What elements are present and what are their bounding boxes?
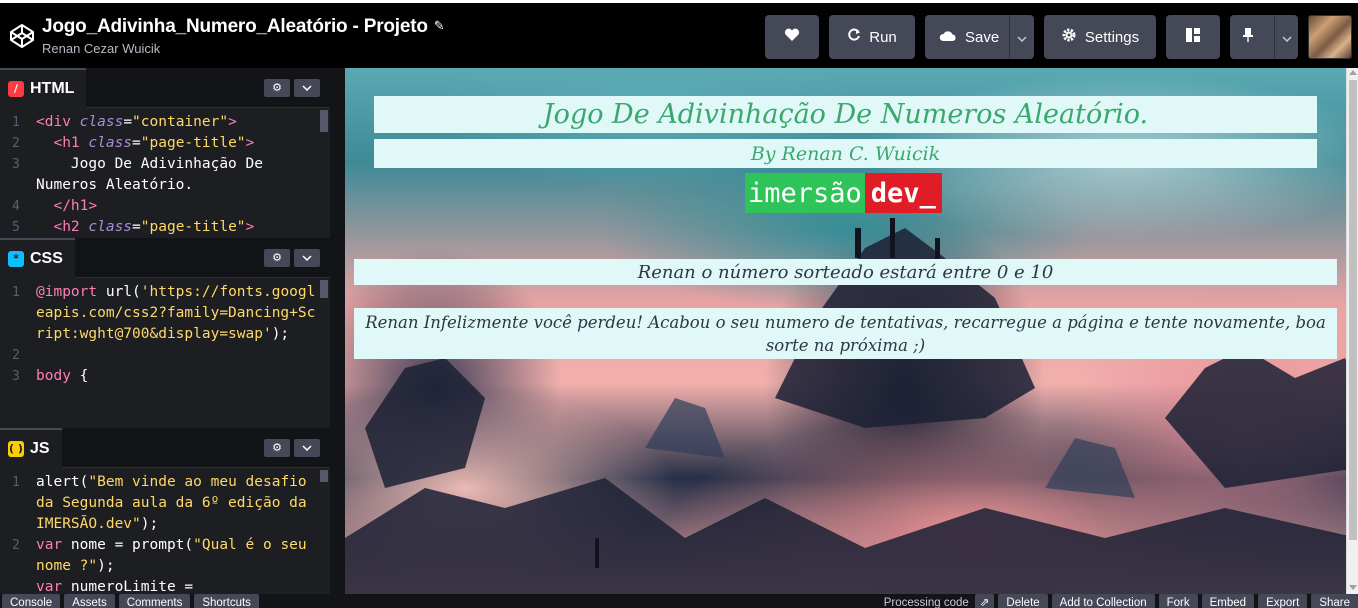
project-title[interactable]: Jogo_Adivinha_Numero_Aleatório - Projeto	[42, 16, 428, 38]
range-message: Renan o número sorteado estará entre 0 e…	[354, 259, 1337, 285]
pin-button[interactable]	[1230, 15, 1266, 59]
user-avatar[interactable]	[1308, 15, 1352, 59]
css-editor-header: * CSS ⚙	[0, 238, 330, 278]
code-line: 1 @import url('https://fonts.googleapis.…	[12, 284, 316, 342]
pin-options-button[interactable]	[1274, 15, 1298, 59]
code-line: 4 </h1>	[12, 198, 98, 214]
imersao-logo-text: imersão	[745, 173, 865, 213]
refresh-icon	[847, 28, 861, 46]
css-settings-icon[interactable]: ⚙	[264, 248, 290, 267]
heart-icon	[784, 28, 800, 46]
html-chevron-down-icon[interactable]	[294, 78, 320, 97]
pin-button-group	[1230, 15, 1298, 59]
code-line: 3 body {	[12, 368, 89, 384]
code-line: 1 alert("Bem vinde ao meu desafio da Seg…	[12, 474, 316, 532]
page-title: Jogo De Adivinhação De Numeros Aleatório…	[374, 96, 1317, 133]
cloud-icon	[939, 29, 957, 46]
js-editor: ( ) JS ⚙ 1 alert("Bem vinde ao meu desaf…	[0, 428, 330, 594]
run-label: Run	[869, 28, 897, 46]
export-button[interactable]: Export	[1258, 594, 1308, 608]
chevron-down-icon	[1282, 29, 1292, 46]
code-line: 5 <h2 class="page-title">	[12, 219, 255, 235]
author-name[interactable]: Renan Cezar Wuicik	[42, 41, 445, 56]
layout-icon	[1185, 27, 1201, 47]
html-code[interactable]: 1 <div class="container"> 2 <h1 class="p…	[0, 108, 330, 238]
layout-button[interactable]	[1166, 15, 1220, 59]
dev-logo-text: dev_	[864, 173, 942, 213]
html-settings-icon[interactable]: ⚙	[264, 78, 290, 97]
chevron-down-icon	[1017, 29, 1027, 46]
result-preview: Jogo De Adivinhação De Numeros Aleatório…	[345, 68, 1358, 594]
editor-column: / HTML ⚙ 1 <div class="container"> 2 <h1…	[0, 68, 345, 594]
css-asterisk-icon: *	[8, 250, 24, 267]
bottom-bar: Console Assets Comments Shortcuts Proces…	[0, 594, 1358, 608]
save-button[interactable]: Save	[925, 15, 1001, 59]
html-slash-icon: /	[8, 80, 24, 97]
css-tab[interactable]: * CSS	[0, 238, 75, 278]
html-tab-label: HTML	[30, 79, 75, 97]
share-button[interactable]: Share	[1311, 594, 1358, 608]
code-line: 2 <h1 class="page-title">	[12, 135, 255, 151]
shortcuts-button[interactable]: Shortcuts	[194, 594, 259, 608]
js-braces-icon: ( )	[8, 440, 24, 457]
save-button-group: Save	[925, 15, 1034, 59]
css-chevron-down-icon[interactable]	[294, 248, 320, 267]
page-subtitle: By Renan C. Wuicik	[374, 139, 1317, 168]
result-message: Renan Infelizmente você perdeu! Acabou o…	[354, 308, 1337, 359]
fork-button[interactable]: Fork	[1158, 594, 1198, 608]
embed-button[interactable]: Embed	[1201, 594, 1255, 608]
scroll-up-arrow-icon[interactable]	[1349, 70, 1357, 75]
js-scrollbar[interactable]	[320, 470, 328, 482]
css-tab-label: CSS	[30, 249, 63, 267]
html-editor-header: / HTML ⚙	[0, 68, 330, 108]
assets-button[interactable]: Assets	[64, 594, 115, 608]
preview-scrollbar[interactable]	[1346, 68, 1358, 594]
save-label: Save	[965, 28, 1000, 46]
open-external-icon[interactable]: ⇗	[974, 594, 995, 608]
delete-button[interactable]: Delete	[998, 594, 1048, 608]
save-options-button[interactable]	[1009, 15, 1034, 59]
js-settings-icon[interactable]: ⚙	[264, 438, 290, 457]
top-bar: Jogo_Adivinha_Numero_Aleatório - Projeto…	[0, 0, 1358, 68]
html-scrollbar[interactable]	[320, 110, 328, 132]
css-scrollbar[interactable]	[320, 280, 328, 298]
scroll-down-arrow-icon[interactable]	[1349, 585, 1357, 590]
js-code[interactable]: 1 alert("Bem vinde ao meu desafio da Seg…	[0, 468, 330, 594]
css-editor: * CSS ⚙ 1 @import url('https://fonts.goo…	[0, 238, 330, 428]
settings-label: Settings	[1084, 28, 1140, 46]
html-tab[interactable]: / HTML	[0, 68, 87, 108]
imersao-dev-logo: imersão dev_	[745, 173, 942, 213]
code-line: 2 var nome = prompt("Qual é o seu nome ?…	[12, 537, 316, 574]
code-line: 1 <div class="container">	[12, 114, 237, 130]
add-to-collection-button[interactable]: Add to Collection	[1051, 594, 1155, 608]
run-button[interactable]: Run	[829, 15, 915, 59]
css-code[interactable]: 1 @import url('https://fonts.googleapis.…	[0, 278, 330, 387]
code-line: 2	[12, 348, 20, 363]
heart-button[interactable]	[765, 15, 819, 59]
scroll-thumb[interactable]	[1349, 80, 1357, 540]
js-editor-header: ( ) JS ⚙	[0, 428, 330, 468]
project-title-block: Jogo_Adivinha_Numero_Aleatório - Projeto…	[42, 16, 445, 56]
edit-pencil-icon[interactable]: ✎	[434, 19, 445, 34]
code-line: 3 Jogo De Adivinhação De Numeros Aleatór…	[12, 156, 272, 193]
js-chevron-down-icon[interactable]	[294, 438, 320, 457]
pin-icon	[1242, 27, 1254, 47]
console-button[interactable]: Console	[2, 594, 61, 608]
gear-icon	[1061, 27, 1077, 47]
code-line: var numeroLimite =	[36, 579, 194, 594]
codepen-logo-icon[interactable]	[4, 18, 40, 54]
js-tab[interactable]: ( ) JS	[0, 428, 62, 468]
html-editor: / HTML ⚙ 1 <div class="container"> 2 <h1…	[0, 68, 330, 238]
editor-resize-handle[interactable]	[330, 68, 345, 594]
js-tab-label: JS	[30, 439, 50, 457]
processing-status: Processing code	[883, 597, 969, 608]
settings-button[interactable]: Settings	[1044, 15, 1156, 59]
comments-button[interactable]: Comments	[118, 594, 191, 608]
